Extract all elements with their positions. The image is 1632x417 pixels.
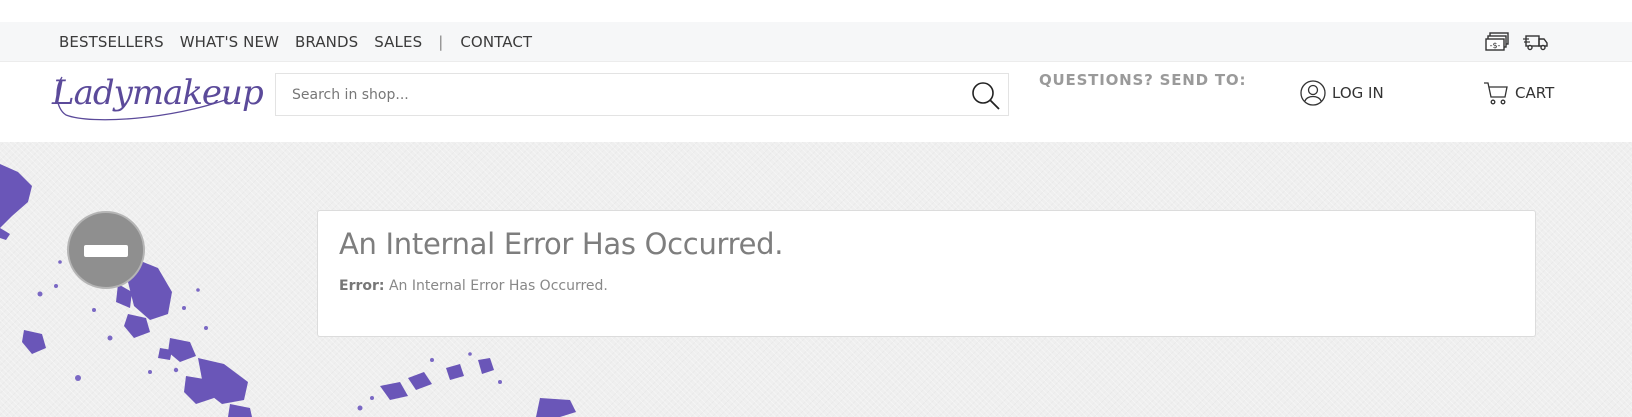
login-link[interactable]: LOG IN [1300, 80, 1384, 106]
cart-icon [1484, 82, 1508, 105]
block-bar [84, 245, 128, 257]
main-content: An Internal Error Has Occurred. Error: A… [0, 142, 1632, 417]
nav-link-bestsellers[interactable]: BESTSELLERS [59, 33, 164, 51]
search-box [275, 73, 1009, 116]
cart-link[interactable]: CART [1483, 80, 1554, 106]
top-navigation-bar: BESTSELLERS WHAT'S NEW BRANDS SALES | CO… [0, 22, 1632, 62]
error-card: An Internal Error Has Occurred. Error: A… [317, 210, 1536, 337]
svg-text:-$-: -$- [1490, 41, 1501, 50]
cash-icon[interactable]: -$- [1485, 31, 1511, 53]
nav-link-whats-new[interactable]: WHAT'S NEW [180, 33, 279, 51]
nav-link-brands[interactable]: BRANDS [295, 33, 358, 51]
questions-label: QUESTIONS? SEND TO: [1039, 71, 1247, 89]
login-label: LOG IN [1332, 84, 1384, 102]
logo-text: Ladymakeup [52, 73, 264, 113]
error-detail-label: Error: [339, 278, 385, 294]
error-detail: Error: An Internal Error Has Occurred. [339, 278, 608, 294]
topbar-icons: -$- [1485, 31, 1549, 53]
search-input[interactable] [292, 74, 952, 115]
nav-link-sales[interactable]: SALES [374, 33, 422, 51]
error-block-icon [67, 211, 145, 289]
nav-separator: | [438, 33, 444, 51]
error-title: An Internal Error Has Occurred. [339, 227, 784, 261]
cart-label: CART [1515, 84, 1555, 102]
nav-link-contact[interactable]: CONTACT [460, 33, 532, 51]
search-icon[interactable] [970, 80, 1002, 112]
top-nav: BESTSELLERS WHAT'S NEW BRANDS SALES | CO… [59, 22, 548, 62]
logo[interactable]: Ladymakeup [52, 69, 264, 125]
error-detail-text: An Internal Error Has Occurred. [388, 278, 608, 294]
delivery-truck-icon[interactable] [1523, 31, 1549, 53]
user-icon [1300, 80, 1326, 106]
site-header: Ladymakeup QUESTIONS? SEND TO: LOG IN CA… [0, 63, 1632, 142]
